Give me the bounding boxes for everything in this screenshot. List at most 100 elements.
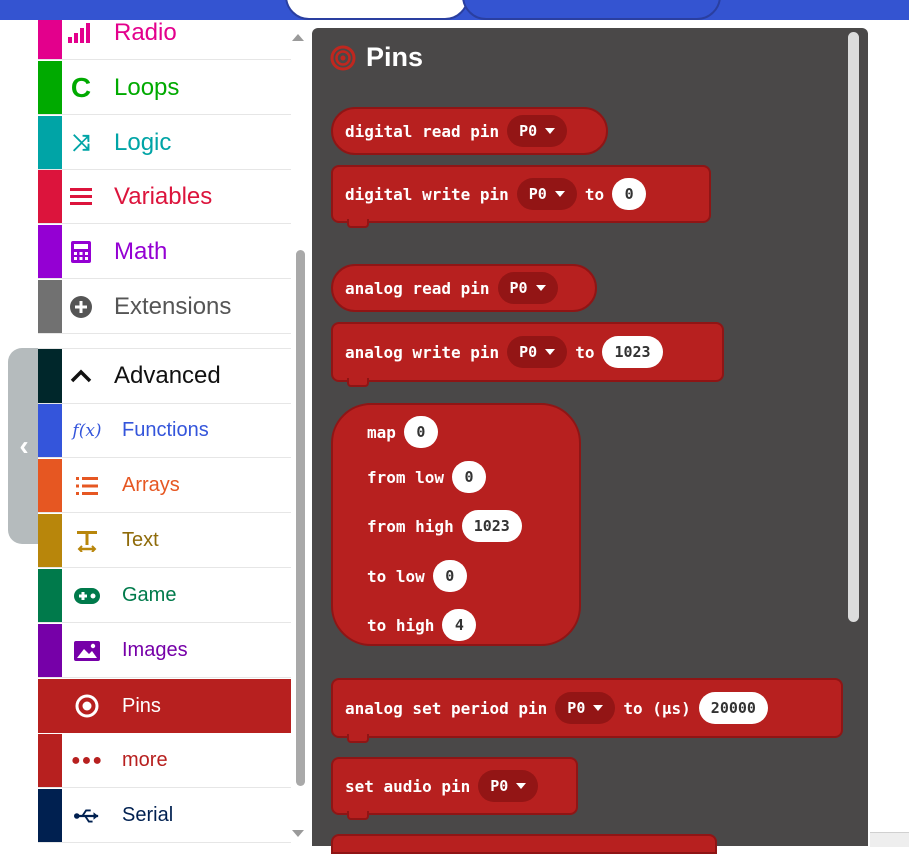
category-label: Radio [114, 20, 177, 46]
block-partial-next[interactable] [331, 834, 717, 854]
category-color-bar [38, 679, 62, 733]
category-color-bar [38, 225, 62, 278]
value-input[interactable]: 0 [432, 560, 467, 592]
category-label: Text [122, 529, 159, 551]
category-game[interactable]: Game [38, 569, 291, 623]
category-color-bar [38, 789, 62, 842]
category-label: Images [122, 639, 188, 661]
block-label-to-us: to (µs) [623, 698, 691, 718]
caret-down-icon [516, 783, 527, 789]
category-label: Serial [122, 804, 174, 826]
caret-down-icon [545, 349, 556, 355]
category-images[interactable]: Images [38, 624, 291, 678]
chevron-left-icon: ‹ [19, 430, 29, 461]
caret-down-icon [535, 285, 546, 291]
block-connector [347, 734, 369, 743]
numbered-list-icon [74, 473, 100, 499]
pin-dropdown[interactable]: P0 [497, 272, 558, 304]
scroll-up-arrow-icon[interactable] [292, 34, 304, 41]
collapse-toolbox-button[interactable]: ‹ [8, 348, 40, 544]
value-input[interactable]: 0 [452, 461, 487, 493]
block-analog-write-pin[interactable]: analog write pin P0 to 1023 [331, 322, 724, 387]
value-input[interactable]: 4 [442, 609, 477, 641]
target-icon [74, 693, 100, 719]
block-label: analog write pin [345, 342, 500, 362]
category-label: Advanced [114, 362, 221, 389]
category-color-bar [38, 624, 62, 677]
category-label: Game [122, 584, 177, 606]
plus-circle-icon [68, 294, 94, 320]
block-set-audio-pin[interactable]: set audio pin P0 [331, 757, 578, 820]
block-analog-set-period-pin[interactable]: analog set period pin P0 to (µs) 20000 [331, 678, 843, 743]
category-variables[interactable]: Variables [38, 170, 291, 224]
category-color-bar [38, 280, 62, 333]
category-extensions[interactable]: Extensions [38, 280, 291, 334]
calculator-icon [68, 239, 94, 265]
category-more[interactable]: ●●● more [38, 734, 291, 788]
category-color-bar [38, 569, 62, 622]
block-label: set audio pin [345, 776, 471, 796]
category-color-bar [38, 116, 62, 169]
category-label: Extensions [114, 292, 232, 320]
block-connector [347, 378, 369, 387]
block-digital-read-pin[interactable]: digital read pin P0 [331, 107, 608, 155]
category-label: Functions [122, 419, 209, 441]
category-label: Logic [114, 128, 172, 156]
toolbox-categories: Radio C Loops ⤨ Logic Variables Math Ext… [38, 20, 291, 846]
pin-dropdown[interactable]: P0 [507, 336, 568, 368]
flyout-title: Pins [366, 42, 424, 72]
category-text[interactable]: Text [38, 514, 291, 568]
workspace-scrollbar[interactable] [870, 832, 909, 847]
category-loops[interactable]: C Loops [38, 61, 291, 115]
ellipsis-icon: ●●● [71, 751, 103, 769]
category-functions[interactable]: f(x) Functions [38, 404, 291, 458]
pin-value: P0 [528, 185, 547, 203]
block-map[interactable]: map 0 from low 0 from high 1023 to low 0… [331, 403, 581, 646]
category-advanced[interactable]: Advanced [38, 348, 291, 404]
top-toolbar-tab-secondary[interactable] [462, 0, 721, 20]
category-math[interactable]: Math [38, 225, 291, 279]
pin-value: P0 [567, 699, 586, 717]
scroll-down-arrow-icon[interactable] [292, 830, 304, 837]
map-row-map: map 0 [367, 416, 438, 448]
top-toolbar-tab[interactable] [285, 0, 469, 20]
radio-signal-icon [68, 20, 94, 46]
category-color-bar [38, 514, 62, 567]
block-label: from high [367, 516, 454, 536]
text-icon [74, 528, 100, 554]
block-label-to: to [584, 184, 605, 204]
pin-value: P0 [519, 122, 538, 140]
category-color-bar [38, 61, 62, 114]
value-input[interactable]: 0 [612, 178, 647, 210]
chevron-up-icon [68, 363, 94, 389]
category-color-bar [38, 734, 62, 787]
value-input[interactable]: 1023 [461, 510, 522, 542]
pin-value: P0 [519, 343, 538, 361]
pin-dropdown[interactable]: P0 [555, 692, 616, 724]
block-label: map [367, 422, 396, 442]
category-label: Arrays [122, 474, 180, 496]
category-radio[interactable]: Radio [38, 20, 291, 60]
category-label: more [122, 749, 168, 771]
block-label: to high [367, 615, 435, 635]
value-input[interactable]: 1023 [602, 336, 663, 368]
toolbox-scrollbar-thumb[interactable] [296, 250, 305, 786]
category-pins[interactable]: Pins [38, 679, 291, 733]
usb-icon [74, 803, 100, 829]
flyout-heading: Pins [330, 42, 423, 73]
map-row-to-low: to low 0 [367, 560, 467, 592]
block-connector [347, 811, 369, 820]
list-icon [68, 184, 94, 210]
pin-dropdown[interactable]: P0 [507, 115, 568, 147]
flyout-scrollbar[interactable] [848, 32, 859, 622]
value-input[interactable]: 20000 [698, 692, 768, 724]
value-input[interactable]: 0 [403, 416, 438, 448]
pin-dropdown[interactable]: P0 [478, 770, 539, 802]
category-serial[interactable]: Serial [38, 789, 291, 843]
category-arrays[interactable]: Arrays [38, 459, 291, 513]
pin-dropdown[interactable]: P0 [516, 178, 577, 210]
category-label: Loops [114, 73, 180, 101]
block-analog-read-pin[interactable]: analog read pin P0 [331, 264, 597, 312]
category-logic[interactable]: ⤨ Logic [38, 116, 291, 170]
block-digital-write-pin[interactable]: digital write pin P0 to 0 [331, 165, 711, 228]
